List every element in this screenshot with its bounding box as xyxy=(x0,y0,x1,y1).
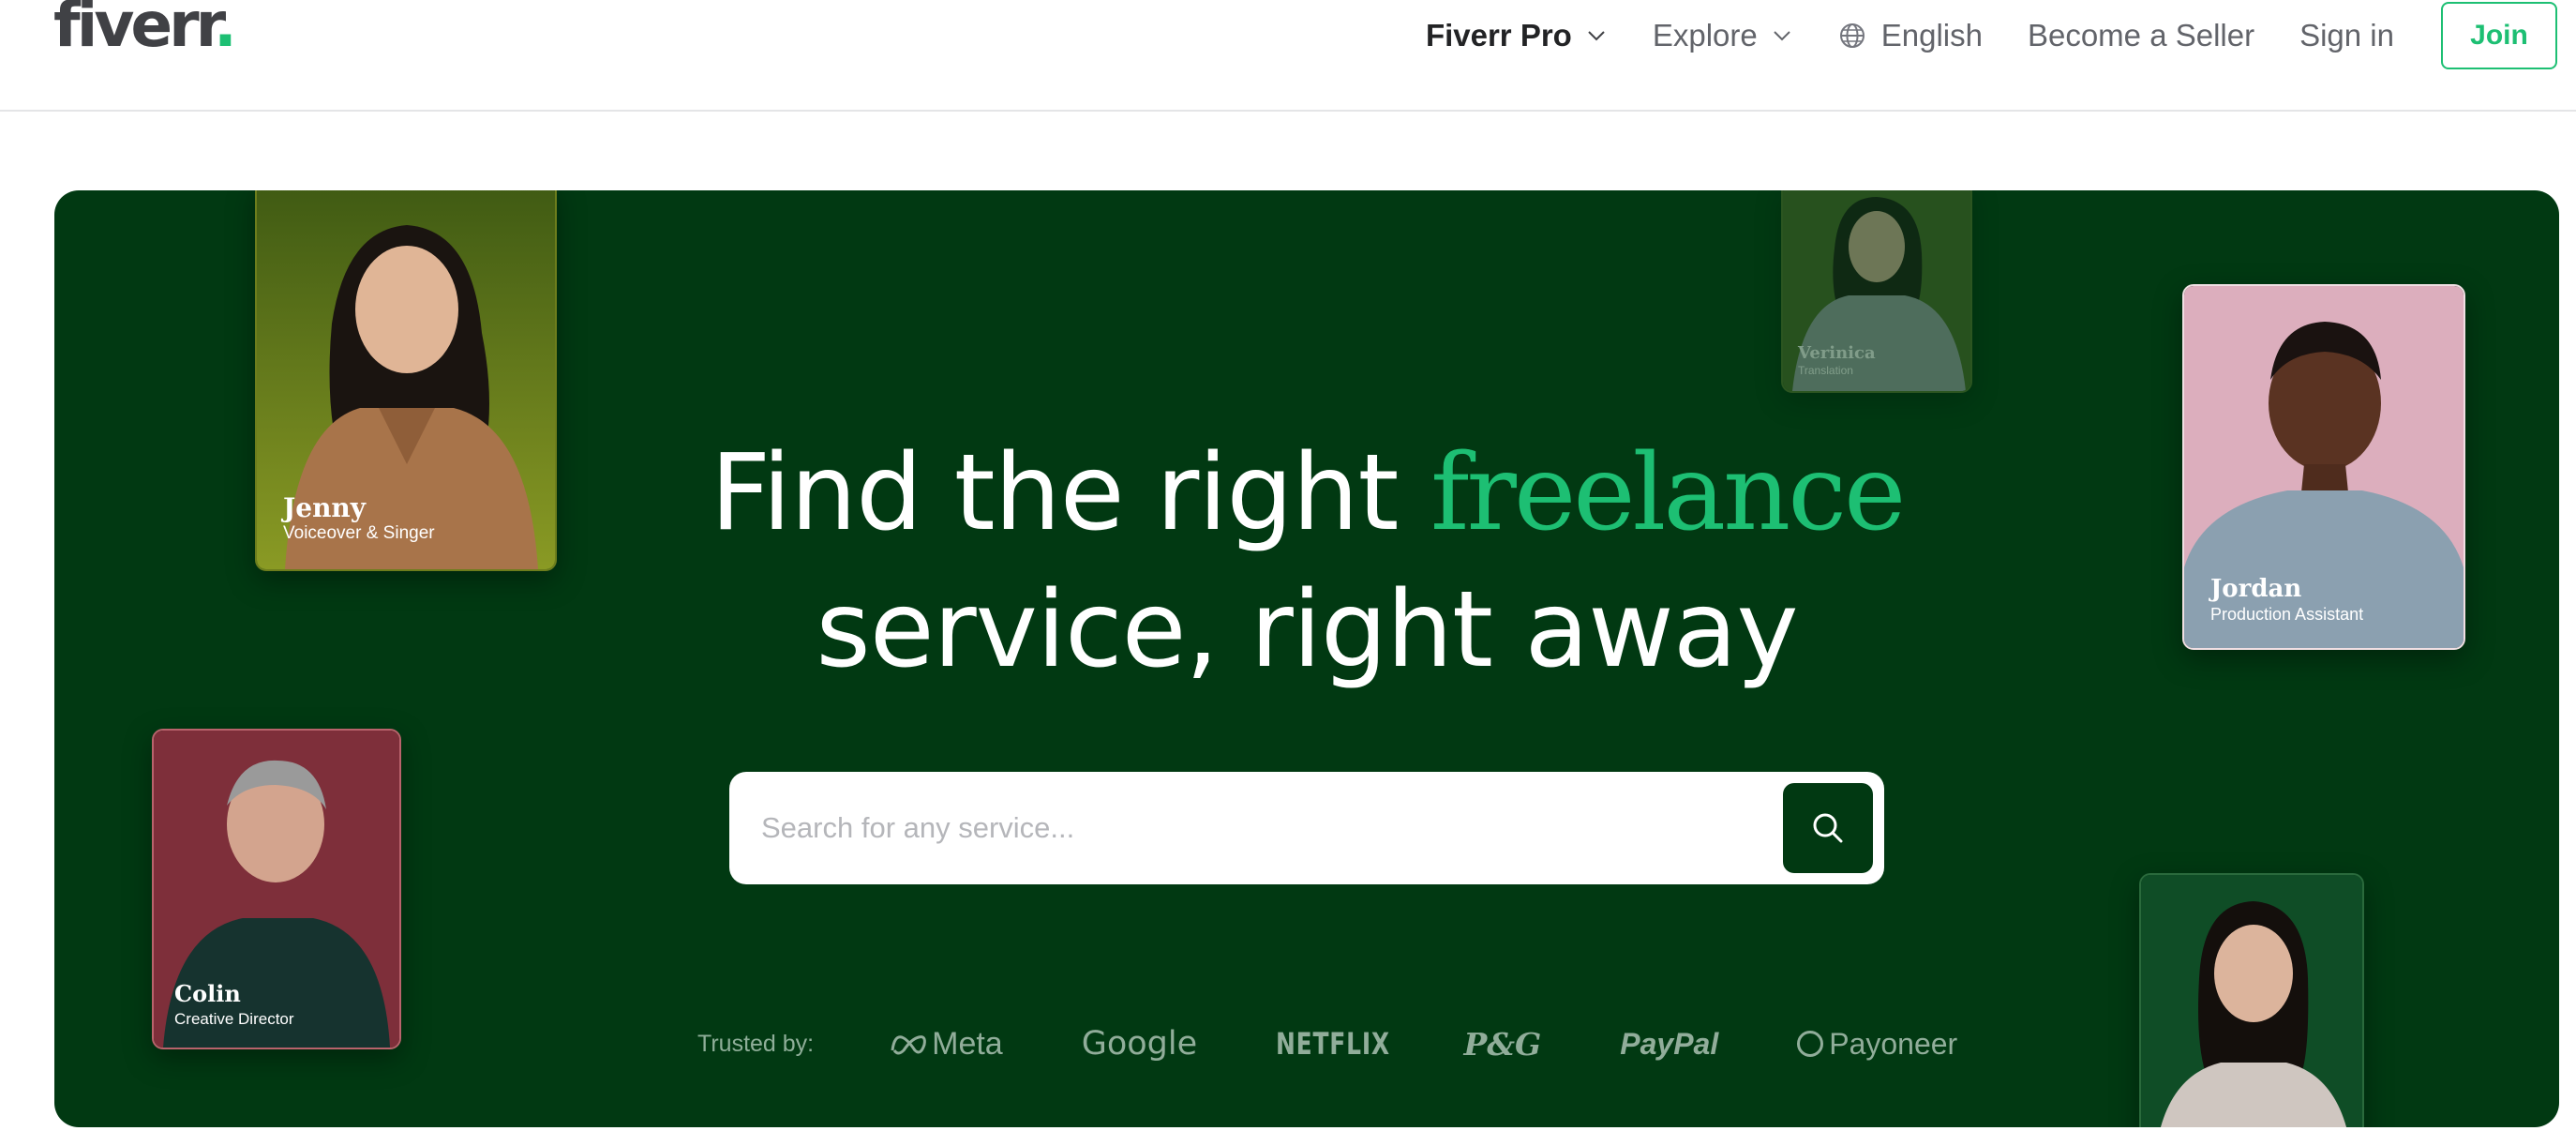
payoneer-logo: Payoneer xyxy=(1797,1027,1957,1062)
chevron-down-icon xyxy=(1774,31,1790,41)
freelancer-role: Translation xyxy=(1798,364,1853,377)
join-button[interactable]: Join xyxy=(2441,2,2557,69)
trusted-by-row: Trusted by: Meta Google NETFLIX P&G PayP… xyxy=(697,1025,2036,1063)
freelancer-name: Verinica xyxy=(1798,343,1876,363)
meta-logo-text: Meta xyxy=(932,1025,1003,1062)
top-header: fiverr. Fiverr Pro Explore English Becom… xyxy=(0,0,2576,112)
globe-icon xyxy=(1839,23,1865,48)
google-logo: Google xyxy=(1081,1025,1198,1063)
nav-language-label: English xyxy=(1880,18,1983,53)
freelancer-caption: Verinica Translation xyxy=(1798,344,1876,378)
headline-part1: Find the right xyxy=(710,432,1400,554)
nav-sign-in[interactable]: Sign in xyxy=(2299,18,2394,53)
chevron-down-icon xyxy=(1588,31,1605,41)
freelancer-role: Creative Director xyxy=(174,1010,294,1028)
meta-infinity-icon xyxy=(891,1035,926,1055)
headline-part2: service, right away xyxy=(816,569,1798,691)
search-icon xyxy=(1813,813,1843,843)
fiverr-logo[interactable]: fiverr. xyxy=(53,0,237,56)
trusted-by-label: Trusted by: xyxy=(697,1030,815,1057)
freelancer-photo xyxy=(2141,875,2362,1127)
meta-logo: Meta xyxy=(889,1026,1003,1063)
search-input[interactable] xyxy=(729,771,1783,885)
hero-banner: Jenny Voiceover & Singer Colin Creative … xyxy=(54,190,2559,1127)
nav-fiverr-pro[interactable]: Fiverr Pro xyxy=(1426,18,1608,53)
search-button[interactable] xyxy=(1783,783,1873,873)
nav-fiverr-pro-label: Fiverr Pro xyxy=(1425,18,1572,53)
logo-wordmark: fiverr xyxy=(53,0,217,61)
logo-dot: . xyxy=(213,0,237,61)
paypal-logo: PayPal xyxy=(1620,1026,1719,1061)
hero-headline: Find the right freelance service, right … xyxy=(54,425,2559,699)
nav-language[interactable]: English xyxy=(1838,18,1983,53)
main-nav: Fiverr Pro Explore English Become a Sell… xyxy=(1381,0,2557,71)
freelancer-name: Colin xyxy=(174,980,241,1007)
payoneer-circle-icon xyxy=(1797,1031,1824,1057)
payoneer-logo-text: Payoneer xyxy=(1829,1026,1958,1061)
nav-become-seller[interactable]: Become a Seller xyxy=(2028,18,2254,53)
search-bar xyxy=(729,771,1884,885)
freelancer-card-partial[interactable] xyxy=(2139,873,2364,1127)
nav-explore[interactable]: Explore xyxy=(1653,18,1793,53)
freelancer-caption: Colin Creative Director xyxy=(174,980,294,1031)
freelancer-card-verinica[interactable]: Verinica Translation xyxy=(1781,190,1972,393)
nav-explore-label: Explore xyxy=(1652,18,1758,53)
freelancer-card-colin[interactable]: Colin Creative Director xyxy=(152,729,401,1049)
netflix-logo: NETFLIX xyxy=(1276,1026,1391,1062)
headline-accent: freelance xyxy=(1430,432,1906,554)
pg-logo: P&G xyxy=(1463,1025,1542,1063)
